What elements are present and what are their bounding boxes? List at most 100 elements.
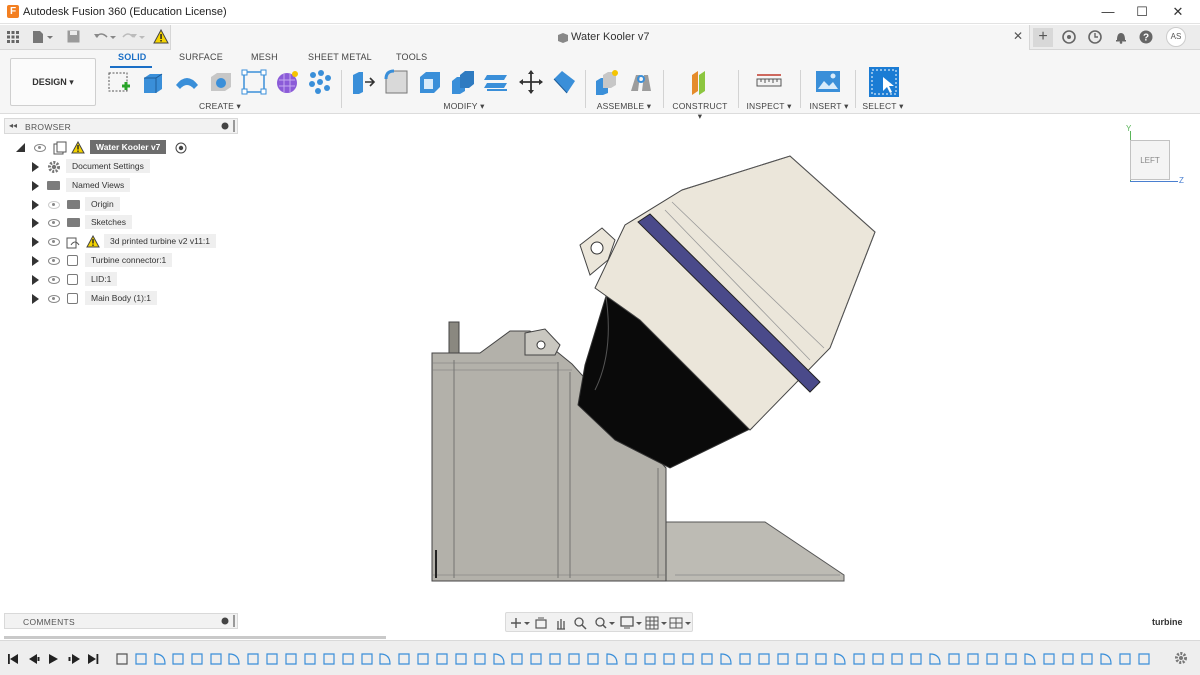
revolve-icon[interactable] — [174, 69, 200, 95]
create-menu[interactable]: CREATE ▾ — [196, 101, 244, 112]
browser-root-item[interactable]: Water Kooler v7 — [14, 140, 214, 156]
previous-step-icon[interactable] — [29, 654, 40, 664]
rectangle-pattern-icon[interactable] — [241, 69, 267, 95]
viewcube[interactable]: LEFT — [1130, 140, 1170, 180]
fillet-icon[interactable] — [383, 69, 409, 95]
help-icon[interactable]: ? — [1139, 30, 1153, 44]
inspect-menu[interactable]: INSPECT ▾ — [746, 101, 792, 112]
browser-item-sketches[interactable]: Sketches — [30, 215, 220, 231]
create-sketch-icon[interactable] — [107, 69, 133, 95]
zoom-icon[interactable] — [573, 616, 589, 630]
close-window-button[interactable]: ✕ — [1163, 3, 1193, 21]
look-at-icon[interactable] — [534, 616, 548, 630]
extrude-icon[interactable] — [140, 69, 166, 95]
peg[interactable] — [448, 321, 460, 354]
draft-icon[interactable] — [551, 69, 577, 95]
expand-triangle-icon[interactable] — [32, 200, 39, 210]
expand-triangle-icon[interactable] — [32, 162, 39, 172]
visibility-icon[interactable] — [48, 238, 60, 246]
workspace-switcher-button[interactable]: DESIGN ▾ — [10, 58, 96, 106]
viewports-icon[interactable] — [669, 616, 693, 630]
visibility-icon[interactable] — [48, 276, 60, 284]
add-comment-icon[interactable] — [221, 617, 229, 625]
maximize-button[interactable]: ☐ — [1127, 3, 1157, 21]
expanded-triangle-icon[interactable] — [16, 143, 25, 152]
assemble-menu[interactable]: ASSEMBLE ▾ — [596, 101, 652, 112]
display-settings-icon[interactable] — [620, 616, 644, 630]
pin-icon[interactable] — [233, 120, 235, 132]
modify-menu[interactable]: MODIFY ▾ — [440, 101, 488, 112]
timeline-features[interactable] — [112, 648, 1162, 670]
pin-icon[interactable] — [233, 615, 235, 627]
expand-triangle-icon[interactable] — [32, 294, 39, 304]
visibility-icon[interactable] — [48, 219, 60, 227]
last-step-icon[interactable] — [88, 654, 99, 664]
close-tab-button[interactable]: ✕ — [1013, 29, 1023, 43]
user-avatar[interactable]: AS — [1166, 27, 1186, 47]
browser-item-origin[interactable]: Origin — [30, 197, 220, 213]
extensions-icon[interactable] — [1062, 30, 1076, 44]
minimize-button[interactable]: — — [1093, 3, 1123, 21]
new-tab-button[interactable]: + — [1033, 28, 1053, 47]
form-icon[interactable] — [274, 69, 300, 95]
document-tab[interactable]: Water Kooler v7 ✕ — [170, 25, 1030, 50]
orbit-icon[interactable] — [510, 616, 530, 630]
browser-item-turbine-connector[interactable]: Turbine connector:1 — [30, 253, 220, 269]
hole-icon[interactable] — [208, 69, 234, 95]
construct-menu[interactable]: CONSTRUCT ▾ — [670, 101, 730, 122]
timeline-scrollbar[interactable] — [4, 636, 386, 639]
app-grid-icon[interactable] — [7, 31, 19, 43]
save-icon[interactable] — [67, 30, 80, 43]
tab-sheet-metal[interactable]: SHEET METAL — [308, 52, 372, 62]
redo-icon[interactable] — [122, 30, 146, 44]
undo-icon[interactable] — [93, 30, 117, 44]
browser-item-document-settings[interactable]: Document Settings — [30, 159, 220, 175]
browser-item-turbine[interactable]: 3d printed turbine v2 v11:1 — [30, 234, 230, 250]
tab-surface[interactable]: SURFACE — [179, 52, 223, 62]
pattern-icon[interactable] — [307, 69, 333, 95]
visibility-icon[interactable] — [48, 257, 60, 265]
comments-panel-header[interactable]: COMMENTS — [4, 613, 238, 629]
visibility-icon[interactable] — [34, 144, 46, 152]
expand-triangle-icon[interactable] — [32, 181, 39, 191]
tab-tools[interactable]: TOOLS — [396, 52, 427, 62]
fit-icon[interactable] — [594, 616, 616, 630]
pan-icon[interactable] — [554, 615, 568, 631]
expand-triangle-icon[interactable] — [32, 275, 39, 285]
expand-triangle-icon[interactable] — [32, 237, 39, 247]
activate-radio-icon[interactable] — [175, 142, 187, 154]
new-component-icon[interactable] — [594, 69, 620, 95]
expand-triangle-icon[interactable] — [32, 218, 39, 228]
tab-solid[interactable]: SOLID — [118, 52, 147, 62]
browser-panel-header[interactable]: ◂◂ BROWSER — [4, 118, 238, 134]
collapse-panel-icon[interactable]: ◂◂ — [9, 121, 17, 130]
move-copy-icon[interactable] — [518, 69, 544, 95]
model-viewport[interactable] — [420, 150, 880, 590]
replace-face-icon[interactable] — [484, 69, 510, 95]
job-status-icon[interactable] — [1088, 30, 1102, 44]
browser-item-lid[interactable]: LID:1 — [30, 272, 220, 288]
combine-icon[interactable] — [450, 69, 476, 95]
play-icon[interactable] — [49, 654, 58, 664]
notifications-icon[interactable] — [1114, 30, 1128, 44]
offset-plane-icon[interactable] — [688, 69, 714, 95]
browser-item-named-views[interactable]: Named Views — [30, 178, 220, 194]
timeline-settings-gear-icon[interactable] — [1174, 651, 1188, 665]
browser-item-main-body[interactable]: Main Body (1):1 — [30, 291, 220, 307]
insert-image-icon[interactable] — [815, 69, 841, 95]
visibility-icon[interactable] — [48, 295, 60, 303]
file-menu-icon[interactable] — [32, 30, 54, 44]
select-icon[interactable] — [869, 67, 899, 97]
warning-icon[interactable] — [153, 29, 169, 44]
next-step-icon[interactable] — [68, 654, 81, 664]
press-pull-icon[interactable] — [350, 69, 376, 95]
joint-icon[interactable] — [628, 69, 654, 95]
shell-icon[interactable] — [417, 69, 443, 95]
measure-icon[interactable] — [756, 69, 782, 95]
tab-mesh[interactable]: MESH — [251, 52, 278, 62]
expand-triangle-icon[interactable] — [32, 256, 39, 266]
select-menu[interactable]: SELECT ▾ — [862, 101, 904, 112]
hidden-visibility-icon[interactable] — [48, 201, 60, 209]
grid-snap-icon[interactable] — [645, 616, 669, 630]
base-plate[interactable] — [664, 521, 845, 582]
